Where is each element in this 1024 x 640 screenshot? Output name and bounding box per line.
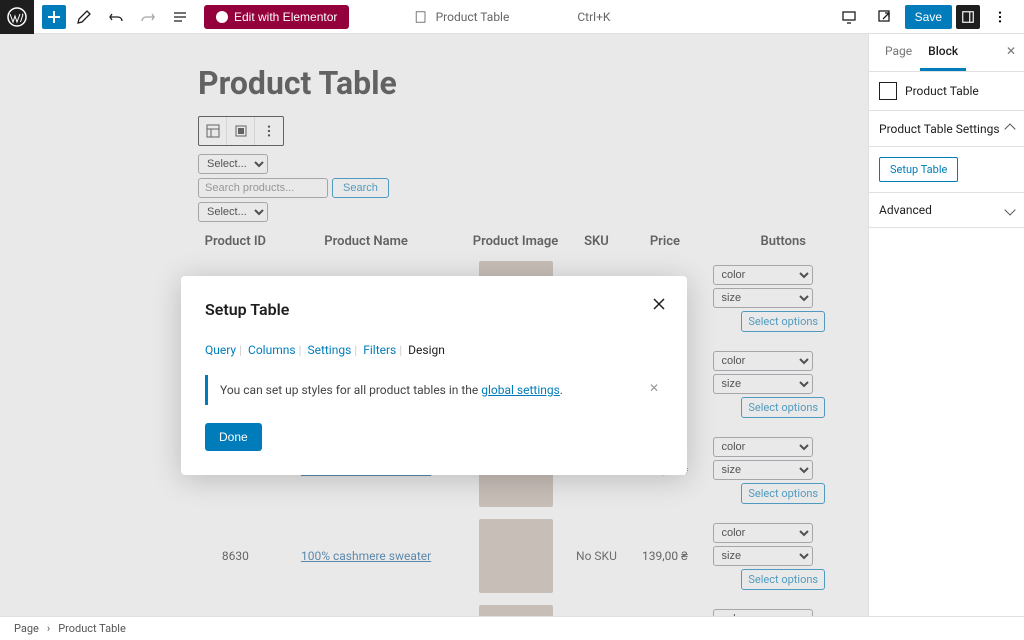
tab-page[interactable]: Page <box>877 34 920 71</box>
info-dismiss-button[interactable]: ✕ <box>649 381 659 395</box>
save-button[interactable]: Save <box>905 5 952 29</box>
elementor-label: Edit with Elementor <box>234 10 337 24</box>
section-product-table-settings[interactable]: Product Table Settings <box>869 111 1024 147</box>
undo-button[interactable] <box>102 3 130 31</box>
modal-tabs: Query| Columns| Settings| Filters| Desig… <box>205 343 663 357</box>
setup-table-modal: Setup Table Query| Columns| Settings| Fi… <box>181 276 687 475</box>
info-text: You can set up styles for all product ta… <box>220 383 481 397</box>
list-view-button[interactable] <box>166 3 194 31</box>
keyboard-shortcut: Ctrl+K <box>577 10 610 24</box>
chevron-down-icon <box>1006 203 1014 217</box>
modal-title: Setup Table <box>205 300 663 319</box>
wordpress-logo[interactable] <box>0 0 34 34</box>
editor-canvas: Product Table Select... Search Select...… <box>0 34 868 616</box>
view-page-button[interactable] <box>871 3 899 31</box>
block-icon <box>879 82 897 100</box>
tab-filters[interactable]: Filters <box>363 343 396 357</box>
done-button[interactable]: Done <box>205 423 262 451</box>
tab-design[interactable]: Design <box>408 343 445 357</box>
chevron-up-icon <box>1006 121 1014 136</box>
info-notice: You can set up styles for all product ta… <box>205 375 663 405</box>
breadcrumb-separator: › <box>47 622 50 635</box>
tab-query[interactable]: Query <box>205 343 236 357</box>
edit-icon[interactable] <box>70 3 98 31</box>
modal-backdrop: Setup Table Query| Columns| Settings| Fi… <box>0 34 868 616</box>
breadcrumb-root[interactable]: Page <box>14 622 39 635</box>
document-title-bar[interactable]: Product Table Ctrl+K <box>414 10 611 24</box>
add-block-button[interactable] <box>42 5 66 29</box>
block-name: Product Table <box>905 84 979 98</box>
sidebar-toggle-button[interactable] <box>956 5 980 29</box>
device-preview-button[interactable] <box>835 3 863 31</box>
tab-settings[interactable]: Settings <box>307 343 351 357</box>
block-identity: Product Table <box>869 72 1024 111</box>
options-menu-button[interactable] <box>986 3 1014 31</box>
document-title: Product Table <box>436 10 510 24</box>
sidebar-tabs: Page Block ✕ <box>869 34 1024 72</box>
redo-button[interactable] <box>134 3 162 31</box>
sidebar-close-button[interactable]: ✕ <box>1006 44 1016 58</box>
top-toolbar: Edit with Elementor Product Table Ctrl+K… <box>0 0 1024 34</box>
setup-table-button[interactable]: Setup Table <box>879 157 958 182</box>
settings-sidebar: Page Block ✕ Product Table Product Table… <box>868 34 1024 616</box>
modal-close-button[interactable] <box>651 296 667 316</box>
breadcrumb: Page › Product Table <box>0 616 1024 640</box>
edit-with-elementor-button[interactable]: Edit with Elementor <box>204 5 349 29</box>
global-settings-link[interactable]: global settings <box>481 383 560 397</box>
tab-columns[interactable]: Columns <box>248 343 296 357</box>
page-icon <box>414 10 428 24</box>
breadcrumb-current[interactable]: Product Table <box>58 622 126 635</box>
section-advanced[interactable]: Advanced <box>869 193 1024 228</box>
tab-block[interactable]: Block <box>920 34 966 71</box>
elementor-icon <box>216 11 228 23</box>
